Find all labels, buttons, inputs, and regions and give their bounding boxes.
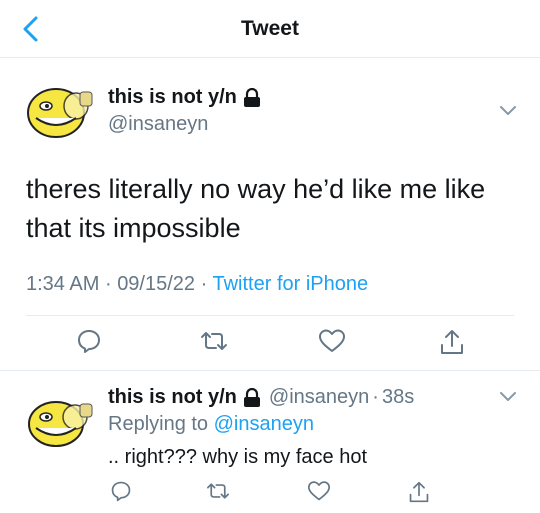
reply-text: .. right??? why is my face hot xyxy=(108,446,368,468)
avatar[interactable] xyxy=(26,80,98,142)
replying-to: Replying to @insaneyn xyxy=(108,413,314,436)
reply-avatar[interactable] xyxy=(26,394,98,450)
reply-icon[interactable] xyxy=(76,328,102,354)
reply-icon[interactable] xyxy=(110,480,132,502)
tweet-source-link[interactable]: Twitter for iPhone xyxy=(212,273,368,295)
top-bar: Tweet xyxy=(0,0,540,58)
display-name-text: this is not y/n xyxy=(108,86,237,108)
like-heart-icon[interactable] xyxy=(318,328,346,354)
reply-actions xyxy=(0,480,540,510)
tweet-date: 09/15/22 xyxy=(117,273,196,295)
lock-icon xyxy=(243,387,260,407)
chevron-down-icon[interactable] xyxy=(498,104,518,118)
retweet-icon[interactable] xyxy=(199,328,229,354)
tweet-display-name[interactable]: this is not y/n xyxy=(108,86,261,109)
tweet-time: 1:34 AM xyxy=(26,273,100,295)
reply-age: 38s xyxy=(381,386,415,408)
reply-display-name: this is not y/n xyxy=(108,386,237,408)
replying-to-mention[interactable]: @insaneyn xyxy=(214,413,314,435)
replying-to-label: Replying to xyxy=(108,413,209,435)
reply-handle: @insaneyn xyxy=(268,386,370,408)
lock-icon xyxy=(243,87,260,107)
separator-dot: · xyxy=(104,273,112,295)
page-title: Tweet xyxy=(241,17,299,40)
smiley-avatar-icon xyxy=(27,88,93,138)
share-icon[interactable] xyxy=(439,328,465,356)
chevron-down-icon[interactable] xyxy=(498,390,518,404)
retweet-icon[interactable] xyxy=(205,480,231,502)
smiley-avatar-icon xyxy=(28,401,93,447)
separator-dot: · xyxy=(372,386,379,408)
tweet-meta: 1:34 AM · 09/15/22 · Twitter for iPhone xyxy=(26,273,368,296)
tweet-handle[interactable]: @insaneyn xyxy=(108,113,208,136)
like-heart-icon[interactable] xyxy=(307,480,331,502)
divider xyxy=(0,370,540,371)
share-icon[interactable] xyxy=(408,480,430,504)
reply-header[interactable]: this is not y/n @insaneyn · 38s xyxy=(108,386,414,409)
separator-dot: · xyxy=(200,273,208,295)
tweet-actions xyxy=(0,328,540,358)
tweet-text: theres literally no way he’d like me lik… xyxy=(26,174,486,243)
divider xyxy=(26,315,514,316)
